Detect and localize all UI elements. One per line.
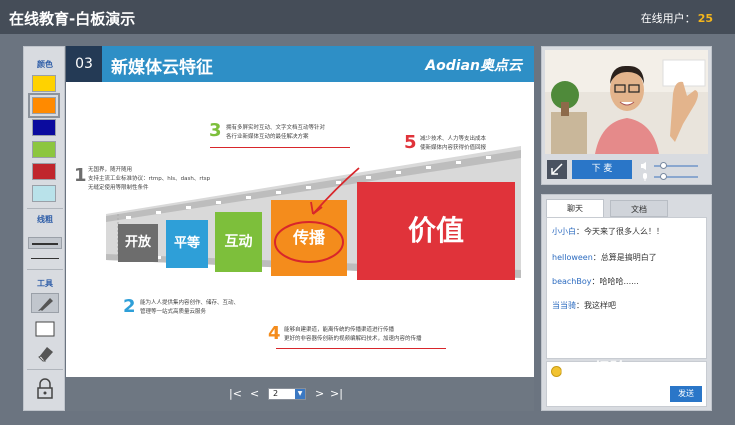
tab-chat[interactable]: 聊天 xyxy=(546,199,604,218)
online-users-count: 25 xyxy=(697,12,713,25)
note-text: 能为人人提供集内容创作、储存、互动、 管理等一站式高质量云服务 xyxy=(140,299,239,317)
chat-message: beachBoy：哈哈哈...... xyxy=(552,277,639,286)
underline-annotation xyxy=(276,348,446,349)
note-line: 无缝定使用等限制性条件 xyxy=(88,185,149,191)
volume-slider[interactable] xyxy=(654,162,698,169)
chat-username: beachBoy xyxy=(552,277,592,286)
note-line: 使新媒体内容获得价值回报 xyxy=(420,145,487,151)
divider xyxy=(27,369,63,370)
chat-username: helloween xyxy=(552,253,593,262)
color-swatch-red[interactable] xyxy=(32,163,56,180)
line-width-thin[interactable] xyxy=(28,253,62,265)
page-select-value: 2 xyxy=(273,389,279,398)
page-select[interactable]: 2 ▼ xyxy=(268,388,306,400)
video-image xyxy=(545,50,708,154)
divider xyxy=(27,269,63,270)
pencil-tool[interactable] xyxy=(31,293,59,313)
mic-volume-slider[interactable] xyxy=(654,173,698,180)
underline-annotation xyxy=(210,147,350,148)
watermark: Bai 经验 xyxy=(560,359,627,378)
note-text: 减少技术、人力等支出成本 使新媒体内容获得价值回报 xyxy=(420,135,486,153)
last-page-button[interactable]: >| xyxy=(330,387,343,400)
note-number: 2 xyxy=(123,296,136,317)
online-users-label: 在线用户： xyxy=(640,12,696,25)
chevron-down-icon: ▼ xyxy=(295,389,305,399)
color-swatch-lightblue[interactable] xyxy=(32,185,56,202)
chat-text: 哈哈哈...... xyxy=(599,277,639,286)
line-width-label: 线粗 xyxy=(37,215,53,224)
slide-pager: |< < 2 ▼ > >| xyxy=(66,377,534,411)
color-section-label: 颜色 xyxy=(37,60,53,69)
color-swatch-navy[interactable] xyxy=(32,119,56,136)
mic-slider-knob[interactable] xyxy=(660,173,667,180)
note-line: 拥有多屏实时互动、文字文档互动等针对 xyxy=(226,125,326,131)
tools-label: 工具 xyxy=(37,279,53,288)
prev-page-button[interactable]: < xyxy=(250,387,259,400)
note-line: 管理等一站式高质量云服务 xyxy=(140,309,207,315)
send-button[interactable]: 发送 xyxy=(670,386,702,402)
eraser-tool[interactable] xyxy=(31,343,59,363)
chat-text: 今天来了很多人么！！ xyxy=(584,227,664,236)
chat-text: 总算是搞明白了 xyxy=(600,253,657,262)
leave-mic-button[interactable]: 下 麦 xyxy=(572,160,632,179)
top-bar: 在线教育-白板演示 在线用户： 25 xyxy=(0,0,735,34)
divider xyxy=(27,208,63,209)
app-title: 在线教育-白板演示 xyxy=(9,10,136,28)
color-swatch-green[interactable] xyxy=(32,141,56,158)
note-text: 无国界，随开随用 支持主流工业标准协议：rtmp、hls、dash、rtsp 无… xyxy=(88,166,210,193)
whiteboard[interactable]: 03 新媒体云特征 Aodian奥点云 开放 平等 互动 传播 价值 1 无国界… xyxy=(66,46,534,411)
chat-messages: 小小白：今天来了很多人么！！ helloween：总算是搞明白了 beachBo… xyxy=(546,217,707,359)
volume-slider-knob[interactable] xyxy=(660,162,667,169)
first-page-button[interactable]: |< xyxy=(229,387,242,400)
video-panel: 下 麦 xyxy=(541,46,712,185)
note-text: 能够自建渠道，能离传统的传播渠道进行传播 更好的非容器传创新的视频编解码技术，加… xyxy=(284,326,422,344)
note-line: 无国界，随开随用 xyxy=(88,167,133,173)
note-line: 能够自建渠道，能离传统的传播渠道进行传播 xyxy=(284,327,395,333)
note-line: 更好的非容器传创新的视频编解码技术，加速内容的传播 xyxy=(284,336,422,342)
whiteboard-toolbar: 颜色 线粗 工具 xyxy=(23,46,65,411)
note-line: 各行业新媒体互动的最佳解决方案 xyxy=(226,134,309,140)
tab-documents[interactable]: 文档 xyxy=(610,200,668,217)
rectangle-tool[interactable] xyxy=(31,319,59,339)
color-swatch-yellow[interactable] xyxy=(32,75,56,92)
chat-message: 小小白：今天来了很多人么！！ xyxy=(552,227,664,236)
color-swatch-orange[interactable] xyxy=(28,93,60,118)
slide-canvas[interactable]: 03 新媒体云特征 Aodian奥点云 开放 平等 互动 传播 价值 1 无国界… xyxy=(66,46,534,377)
watermark-url: jingyan.baidu.com xyxy=(566,392,659,403)
pencil-icon xyxy=(38,298,53,311)
note-number: 1 xyxy=(74,165,87,186)
note-number: 3 xyxy=(209,120,222,141)
note-text: 拥有多屏实时互动、文字文档互动等针对 各行业新媒体互动的最佳解决方案 xyxy=(226,124,325,142)
eraser-icon xyxy=(38,347,53,362)
resize-icon xyxy=(551,163,563,175)
line-width-thick[interactable] xyxy=(28,237,62,249)
chat-username: 小小白 xyxy=(552,227,576,236)
chat-message: helloween：总算是搞明白了 xyxy=(552,253,657,262)
next-page-button[interactable]: > xyxy=(315,387,324,400)
microphone-icon xyxy=(643,173,647,181)
chat-text: 我这样吧 xyxy=(584,301,616,310)
note-number: 4 xyxy=(268,323,281,344)
note-number: 5 xyxy=(404,132,417,153)
lock-tool[interactable] xyxy=(31,377,59,399)
toggle-camera-button[interactable] xyxy=(547,160,567,179)
chat-username: 当当骑 xyxy=(552,301,576,310)
speaker-icon xyxy=(641,162,646,170)
note-line: 减少技术、人力等支出成本 xyxy=(420,136,487,142)
rectangle-icon xyxy=(35,321,55,337)
note-line: 支持主流工业标准协议：rtmp、hls、dash、rtsp xyxy=(88,176,211,182)
teacher-video-feed xyxy=(545,50,708,154)
note-line: 能为人人提供集内容创作、储存、互动、 xyxy=(140,300,240,306)
online-users: 在线用户： 25 xyxy=(641,10,713,26)
chat-message: 当当骑：我这样吧 xyxy=(552,301,616,310)
lock-icon xyxy=(37,378,53,399)
